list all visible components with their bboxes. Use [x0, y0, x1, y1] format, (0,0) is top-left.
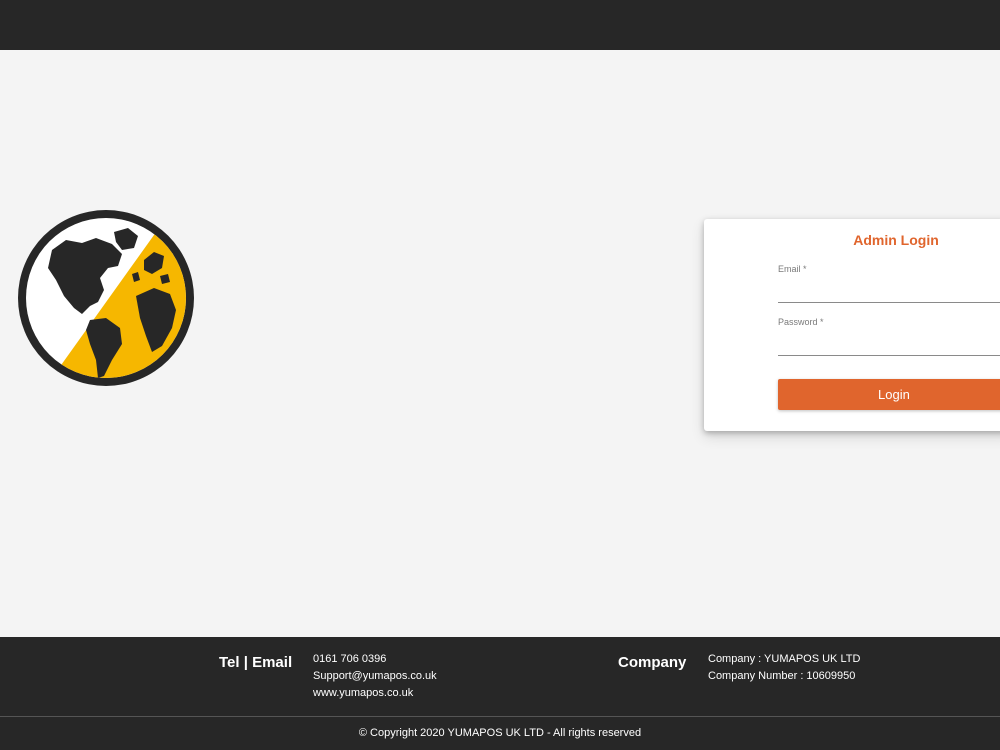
company-heading: Company	[618, 654, 687, 671]
company-name: Company : YUMAPOS UK LTD	[708, 653, 861, 665]
top-bar	[0, 0, 1000, 50]
login-card: Admin Login Email * Password * Login	[704, 219, 1000, 431]
footer-divider	[0, 716, 1000, 717]
password-label: Password *	[778, 317, 824, 327]
main-area: Admin Login Email * Password * Login	[0, 50, 1000, 637]
footer: Tel | Email 0161 706 0396 Support@yumapo…	[0, 637, 1000, 750]
password-input[interactable]	[778, 331, 988, 351]
email-field[interactable]: Email *	[778, 264, 1000, 303]
phone-number: 0161 706 0396	[313, 653, 387, 665]
contact-heading: Tel | Email	[219, 654, 293, 671]
login-button[interactable]: Login	[778, 379, 1000, 410]
globe-logo-icon	[18, 210, 194, 386]
support-email[interactable]: Support@yumapos.co.uk	[313, 670, 437, 682]
email-input[interactable]	[778, 278, 988, 298]
copyright-text: © Copyright 2020 YUMAPOS UK LTD - All ri…	[358, 727, 642, 739]
login-title: Admin Login	[853, 232, 939, 248]
password-field[interactable]: Password *	[778, 317, 1000, 356]
company-number: Company Number : 10609950	[708, 670, 856, 682]
email-label: Email *	[778, 264, 807, 274]
website-link[interactable]: www.yumapos.co.uk	[313, 687, 413, 699]
